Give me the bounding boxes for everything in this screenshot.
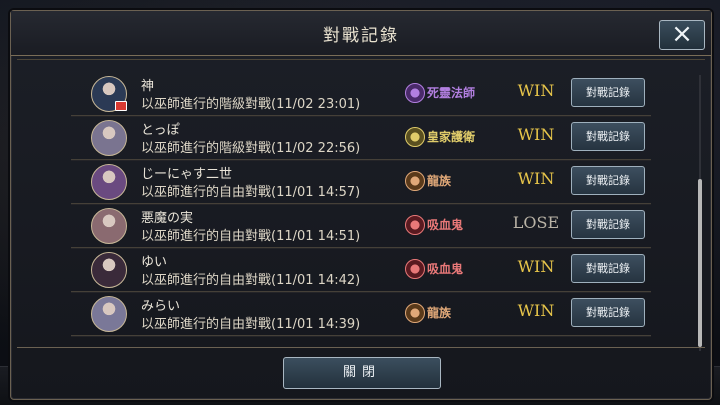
match-description: 以巫師進行的自由對戰(11/01 14:51): [141, 229, 361, 244]
opponent-class-label: 龍族: [427, 174, 452, 188]
view-battle-record-button[interactable]: 對戰記錄: [571, 210, 645, 239]
match-description: 以巫師進行的自由對戰(11/01 14:57): [141, 185, 361, 200]
footer-divider: [17, 347, 705, 348]
match-result: WIN: [517, 125, 555, 144]
battle-record-row: じーにゃす二世以巫師進行的自由對戰(11/01 14:57) 龍族 WIN 對戰記錄: [71, 159, 651, 205]
view-battle-record-button[interactable]: 對戰記錄: [571, 78, 645, 107]
view-battle-record-button[interactable]: 對戰記錄: [571, 254, 645, 283]
battle-record-row: 神以巫師進行的階級對戰(11/02 23:01) 死靈法師 WIN 對戰記錄: [71, 71, 651, 117]
battle-record-row: みらい以巫師進行的自由對戰(11/01 14:39) 龍族 WIN 對戰記錄: [71, 291, 651, 337]
opponent-avatar: [91, 252, 127, 288]
vampire-icon: [405, 259, 425, 279]
opponent-name: ゆい: [141, 255, 168, 270]
opponent-class-label: 皇家護衛: [427, 130, 476, 144]
opponent-avatar: [91, 164, 127, 200]
match-description: 以巫師進行的自由對戰(11/01 14:39): [141, 317, 361, 332]
battle-record-dialog: 對戰記錄 × 神以巫師進行的階級對戰(11/02 23:01) 死靈法師 WIN 對戰…: [10, 10, 712, 400]
opponent-class-label: 龍族: [427, 306, 452, 320]
region-flag-icon: [115, 101, 127, 111]
vampire-icon: [405, 215, 425, 235]
opponent-name: じーにゃす二世: [141, 167, 233, 182]
opponent-name: 悪魔の実: [141, 211, 194, 226]
skull-icon: [405, 83, 425, 103]
match-description: 以巫師進行的階級對戰(11/02 23:01): [141, 97, 361, 112]
dragon-icon: [405, 303, 425, 323]
opponent-class-label: 吸血鬼: [427, 262, 464, 276]
dialog-title: 對戰記錄: [323, 26, 399, 46]
scrollbar-thumb[interactable]: [698, 179, 702, 347]
dragon-icon: [405, 171, 425, 191]
opponent-name: みらい: [141, 299, 181, 314]
battle-record-row: ゆい以巫師進行的自由對戰(11/01 14:42) 吸血鬼 WIN 對戰記錄: [71, 247, 651, 293]
match-result: WIN: [517, 301, 555, 320]
view-battle-record-button[interactable]: 對戰記錄: [571, 298, 645, 327]
opponent-class-label: 死靈法師: [427, 86, 476, 100]
opponent-name: 神: [141, 79, 155, 94]
match-result: WIN: [517, 81, 555, 100]
opponent-name: とっぽ: [141, 123, 180, 138]
opponent-avatar: [91, 120, 127, 156]
battle-record-row: 悪魔の実以巫師進行的自由對戰(11/01 14:51) 吸血鬼 LOSE 對戰記錄: [71, 203, 651, 249]
opponent-avatar: [91, 296, 127, 332]
view-battle-record-button[interactable]: 對戰記錄: [571, 166, 645, 195]
match-result: WIN: [517, 169, 555, 188]
match-description: 以巫師進行的階級對戰(11/02 22:56): [141, 141, 361, 156]
match-result: LOSE: [512, 213, 560, 232]
view-battle-record-button[interactable]: 對戰記錄: [571, 122, 645, 151]
close-button[interactable]: 關閉: [283, 357, 441, 389]
battle-record-row: とっぽ以巫師進行的階級對戰(11/02 22:56) 皇家護衛 WIN 對戰記錄: [71, 115, 651, 161]
list-scrollbar[interactable]: [698, 75, 702, 351]
opponent-avatar: [91, 208, 127, 244]
crown-icon: [405, 127, 425, 147]
opponent-class-label: 吸血鬼: [427, 218, 464, 232]
dialog-header: 對戰記錄 ×: [11, 11, 711, 60]
match-result: WIN: [517, 257, 555, 276]
battle-record-list: 神以巫師進行的階級對戰(11/02 23:01) 死靈法師 WIN 對戰記錄 とっぽ 以巫…: [71, 71, 651, 351]
close-icon[interactable]: ×: [659, 20, 705, 50]
match-description: 以巫師進行的自由對戰(11/01 14:42): [141, 273, 361, 288]
